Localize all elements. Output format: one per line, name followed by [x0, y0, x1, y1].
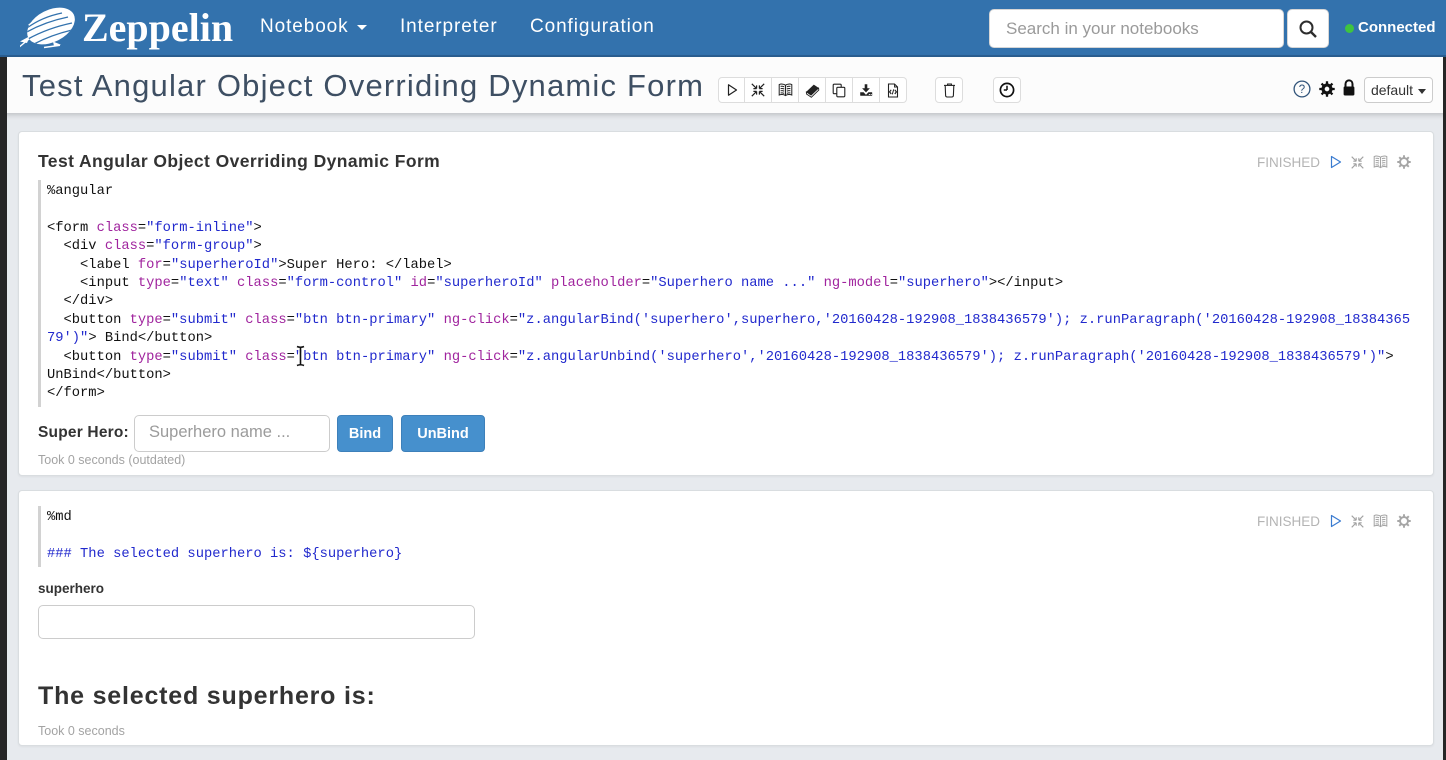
- svg-text:?: ?: [1299, 84, 1305, 96]
